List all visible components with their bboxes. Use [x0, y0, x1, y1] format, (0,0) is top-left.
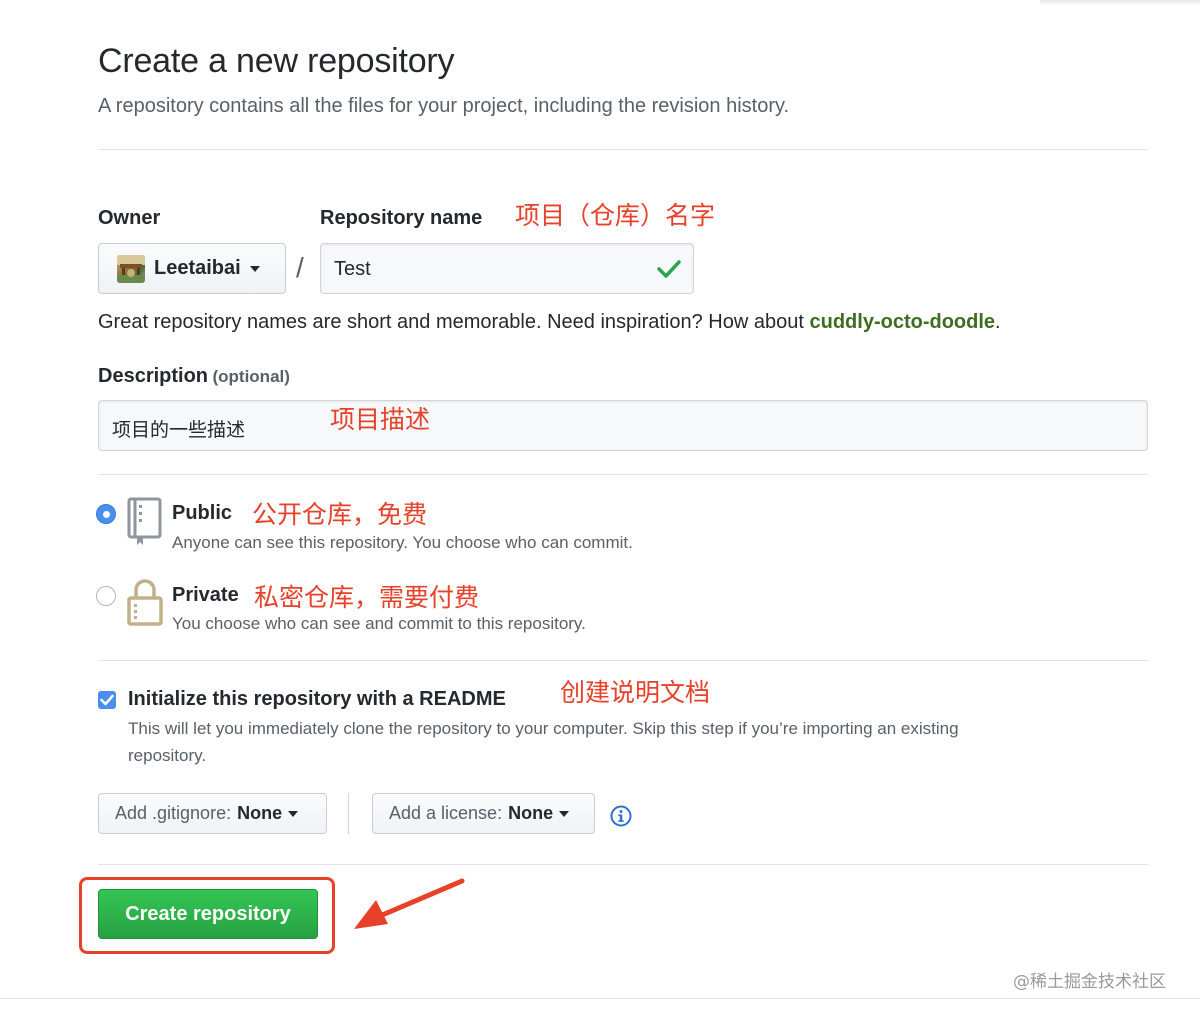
page-subtitle: A repository contains all the files for … — [98, 95, 790, 117]
gitignore-label: Add .gitignore: — [115, 803, 232, 823]
license-value: None — [508, 803, 554, 823]
book-icon — [127, 497, 162, 545]
watermark: @稀土掘金技术社区 — [1013, 972, 1166, 992]
suggested-name-link[interactable]: cuddly-octo-doodle — [809, 311, 995, 333]
owner-repo-separator: / — [296, 252, 304, 283]
description-input[interactable]: 项目的一些描述 — [98, 400, 1148, 451]
window-edge-shadow — [1040, 0, 1200, 6]
bottom-divider — [0, 998, 1200, 999]
readme-checkbox[interactable] — [98, 691, 116, 709]
check-icon — [100, 694, 114, 706]
chevron-down-icon — [559, 810, 570, 817]
repo-name-value: Test — [334, 258, 371, 280]
readme-description-line2: repository. — [128, 746, 207, 765]
license-label: Add a license: — [389, 803, 503, 823]
hint-suffix: . — [995, 311, 1001, 333]
lock-icon — [127, 579, 163, 626]
private-annotation: 私密仓库，需要付费 — [254, 583, 480, 612]
divider — [98, 149, 1148, 150]
public-annotation: 公开仓库，免费 — [252, 500, 428, 529]
readme-label[interactable]: Initialize this repository with a README — [128, 688, 506, 711]
owner-dropdown[interactable]: Leetaibai — [98, 243, 286, 294]
private-title: Private — [172, 584, 239, 606]
repo-name-input[interactable]: Test — [320, 243, 694, 294]
page-title: Create a new repository — [98, 42, 455, 80]
gitignore-value: None — [237, 803, 283, 823]
hint-text: Great repository names are short and mem… — [98, 311, 810, 333]
repo-name-label: Repository name — [320, 207, 483, 229]
repo-name-hint: Great repository names are short and mem… — [98, 311, 1001, 334]
description-label: Description — [98, 365, 209, 387]
license-dropdown[interactable]: Add a license: None — [372, 793, 595, 834]
public-description: Anyone can see this repository. You choo… — [172, 533, 633, 552]
private-description: You choose who can see and commit to thi… — [172, 614, 586, 633]
owner-avatar — [117, 254, 145, 283]
public-radio[interactable] — [96, 504, 116, 524]
owner-name: Leetaibai — [154, 257, 241, 279]
divider — [98, 864, 1148, 865]
chevron-down-icon — [249, 265, 260, 272]
description-annotation: 项目描述 — [330, 405, 431, 434]
description-label-row: Description (optional) — [98, 365, 290, 388]
owner-label: Owner — [98, 207, 161, 229]
annotation-arrow-icon — [354, 878, 465, 929]
readme-annotation: 创建说明文档 — [560, 678, 711, 707]
divider — [98, 660, 1148, 661]
description-value: 项目的一些描述 — [112, 419, 246, 441]
info-icon[interactable] — [610, 805, 632, 827]
private-radio[interactable] — [96, 586, 116, 606]
readme-description-line1: This will let you immediately clone the … — [128, 719, 959, 738]
divider — [98, 474, 1148, 475]
check-icon — [657, 260, 681, 278]
create-repository-button[interactable]: Create repository — [98, 889, 318, 939]
gitignore-dropdown[interactable]: Add .gitignore: None — [98, 793, 327, 834]
optional-label: (optional) — [212, 367, 290, 386]
dropdown-divider — [348, 793, 349, 834]
public-title: Public — [172, 502, 233, 524]
repo-name-annotation: 项目（仓库）名字 — [515, 201, 716, 230]
chevron-down-icon — [288, 810, 299, 817]
